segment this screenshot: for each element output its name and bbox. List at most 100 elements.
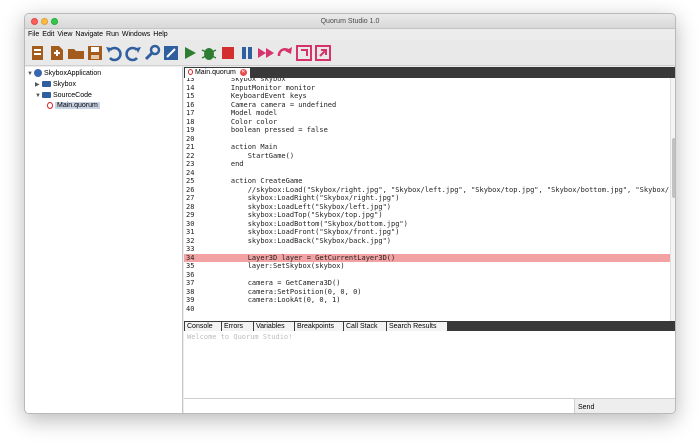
code-line[interactable]: 26 //skybox:Load("Skybox/right.jpg", "Sk… [184, 186, 670, 194]
console-output: Welcome to Quorum Studio! [184, 331, 675, 398]
stop-icon[interactable] [219, 44, 237, 62]
tab-console[interactable]: Console ✕ [185, 322, 221, 339]
line-number: 26 [186, 185, 195, 194]
console-input[interactable] [184, 398, 575, 413]
menu-help[interactable]: Help [153, 31, 167, 38]
tree-item-sourcecode[interactable]: ▼ SourceCode [35, 91, 92, 101]
code-line[interactable]: 32 skybox:LoadBack("Skybox/back.jpg") [184, 237, 670, 245]
open-icon[interactable] [67, 44, 85, 62]
menu-windows[interactable]: Windows [122, 31, 150, 38]
toolbar [25, 40, 675, 66]
line-number: 37 [186, 279, 195, 287]
tab-variables[interactable]: Variables ✕ [254, 322, 294, 339]
menu-file[interactable]: File [28, 31, 39, 38]
code-line[interactable]: 30 skybox:LoadBottom("Skybox/bottom.jpg"… [184, 220, 670, 228]
new-file-icon[interactable] [48, 44, 66, 62]
code-line[interactable]: 28 skybox:LoadLeft("Skybox/left.jpg") [184, 203, 670, 211]
code-line[interactable]: 31 skybox:LoadFront("Skybox/front.jpg") [184, 228, 670, 236]
code-text: KeyboardEvent keys [214, 92, 307, 100]
project-tree: ▼ SkyboxApplication ▶ Skybox ▼ SourceCode M… [25, 67, 183, 413]
code-area[interactable]: 13 Skybox skybox 14 InputMonitor monitor 1… [184, 78, 670, 321]
line-number: 24 [186, 168, 195, 177]
undo-icon[interactable] [105, 44, 123, 62]
code-line[interactable]: 38 camera:SetPosition(0, 0, 0) [184, 288, 670, 296]
code-line[interactable]: 37 camera = GetCamera3D() [184, 279, 670, 287]
send-button[interactable]: Send [575, 398, 675, 413]
pause-icon[interactable] [238, 44, 256, 62]
line-number: 28 [186, 202, 195, 211]
code-line[interactable]: 14 InputMonitor monitor [184, 84, 670, 92]
tree-item-project[interactable]: ▼ SkyboxApplication [27, 69, 101, 79]
code-line[interactable]: 36 [184, 271, 670, 279]
close-window-button[interactable] [31, 18, 38, 25]
line-number: 25 [186, 177, 195, 185]
step-over-icon[interactable] [276, 44, 294, 62]
close-icon[interactable]: ✕ [239, 68, 247, 76]
chevron-down-icon[interactable]: ▼ [27, 69, 34, 79]
code-line[interactable]: 15 KeyboardEvent keys [184, 92, 670, 100]
tab-breakpoints[interactable]: Breakpoints ✕ [295, 322, 343, 339]
menu-edit[interactable]: Edit [42, 31, 54, 38]
code-line[interactable]: 40 [184, 305, 670, 313]
code-line[interactable]: 34 Layer3D layer = GetCurrentLayer3D() [184, 253, 670, 262]
line-number: 29 [186, 211, 195, 219]
code-line[interactable]: 20 [184, 135, 670, 143]
code-line[interactable]: 16 Camera camera = undefined [184, 101, 670, 109]
continue-icon[interactable] [257, 44, 275, 62]
code-line[interactable]: 23 end [184, 160, 670, 168]
step-out-icon[interactable] [314, 44, 332, 62]
step-into-icon[interactable] [295, 44, 313, 62]
code-line[interactable]: 33 [184, 245, 670, 253]
line-number: 32 [186, 236, 195, 245]
redo-icon[interactable] [124, 44, 142, 62]
code-line[interactable]: 17 Model model [184, 109, 670, 117]
code-line[interactable]: 18 Color color [184, 118, 670, 126]
new-project-icon[interactable] [29, 44, 47, 62]
vertical-scrollbar[interactable] [670, 78, 675, 321]
line-number: 20 [186, 134, 195, 143]
code-line[interactable]: 39 camera:LookAt(0, 0, 1) [184, 296, 670, 304]
tab-main-quorum[interactable]: Main.quorum ✕ [185, 68, 250, 78]
code-text: end [214, 160, 244, 168]
maximize-window-button[interactable] [51, 18, 58, 25]
menu-navigate[interactable]: Navigate [75, 31, 103, 38]
tree-item-main-quorum[interactable]: Main.quorum [47, 101, 100, 111]
scrollbar-thumb[interactable] [672, 138, 675, 198]
code-editor[interactable]: Main.quorum ✕ 13 Skybox skybox 14 InputMo… [184, 67, 675, 321]
folder-icon [42, 92, 51, 99]
menu-view[interactable]: View [57, 31, 72, 38]
debug-icon[interactable] [200, 44, 218, 62]
code-text: skybox:LoadBack("Skybox/back.jpg") [214, 236, 392, 245]
code-line[interactable]: 24 [184, 169, 670, 177]
code-line[interactable]: 29 skybox:LoadTop("Skybox/top.jpg") [184, 211, 670, 219]
code-text: skybox:LoadTop("Skybox/top.jpg") [214, 211, 383, 219]
clean-build-icon[interactable] [162, 44, 180, 62]
tab-search-results[interactable]: Search Results ✕ [387, 322, 447, 339]
code-text: Color color [214, 117, 278, 126]
line-number: 22 [186, 151, 195, 160]
code-line[interactable]: 25 action CreateGame [184, 177, 670, 185]
tree-item-skybox[interactable]: ▶ Skybox [35, 80, 76, 90]
bottom-tab-strip: Console ✕ Errors ✕ Variables ✕ Breakpoin… [184, 321, 675, 339]
quorum-file-icon [188, 69, 193, 76]
chevron-down-icon[interactable]: ▼ [35, 91, 42, 101]
code-text: camera = GetCamera3D() [214, 279, 341, 287]
run-icon[interactable] [181, 44, 199, 62]
code-line[interactable]: 27 skybox:LoadRight("Skybox/right.jpg") [184, 194, 670, 202]
code-line[interactable]: 35 layer:SetSkybox(skybox) [184, 262, 670, 270]
code-line[interactable]: 19 boolean pressed = false [184, 126, 670, 134]
code-text: Model model [214, 109, 278, 117]
chevron-right-icon[interactable]: ▶ [35, 80, 42, 90]
quorum-file-icon [47, 101, 53, 109]
save-icon[interactable] [86, 44, 104, 62]
tab-call-stack[interactable]: Call Stack ✕ [344, 322, 386, 339]
menu-run[interactable]: Run [106, 31, 119, 38]
build-icon[interactable] [143, 44, 161, 62]
minimize-window-button[interactable] [41, 18, 48, 25]
code-line[interactable]: 21 action Main [184, 143, 670, 151]
app-window: Quorum Studio 1.0 File Edit View Navigate Ru… [24, 13, 676, 414]
tab-errors[interactable]: Errors ✕ [222, 322, 253, 339]
code-text: skybox:LoadBottom("Skybox/bottom.jpg") [214, 219, 408, 228]
code-line[interactable]: 22 StartGame() [184, 152, 670, 160]
code-text: InputMonitor monitor [214, 83, 316, 92]
